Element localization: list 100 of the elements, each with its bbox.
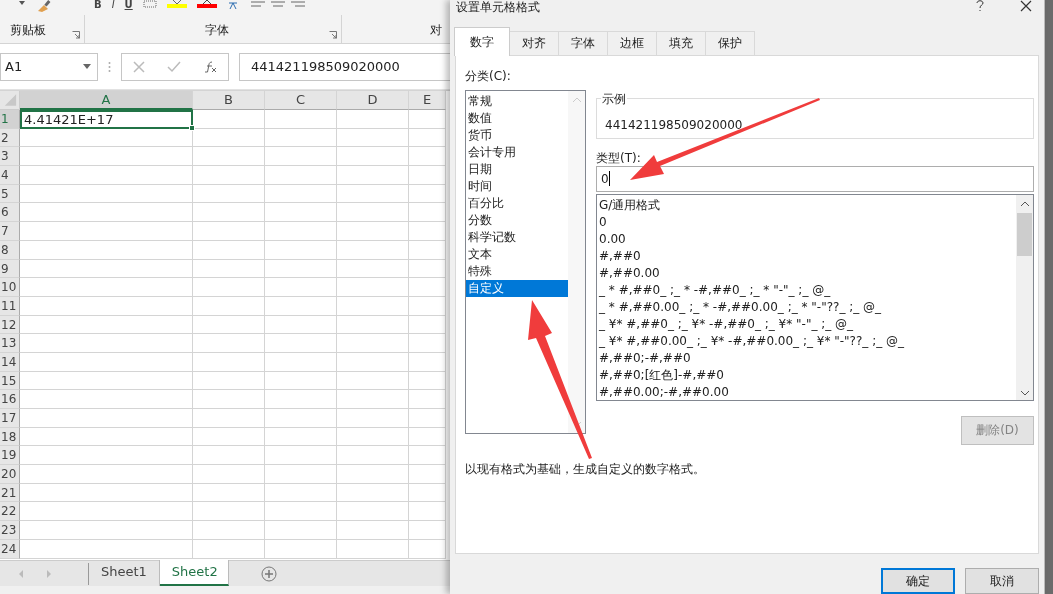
scroll-up-icon[interactable]	[1019, 200, 1030, 207]
table-cell[interactable]	[20, 427, 193, 447]
scroll-right-icon[interactable]	[46, 569, 52, 578]
table-cell[interactable]	[193, 222, 265, 241]
table-cell[interactable]	[409, 371, 446, 391]
scroll-left-icon[interactable]	[18, 569, 24, 578]
table-cell[interactable]	[265, 521, 337, 540]
table-cell[interactable]	[20, 483, 193, 503]
table-cell[interactable]	[265, 502, 337, 522]
grip-icon[interactable]	[108, 60, 111, 73]
table-cell[interactable]	[265, 334, 337, 353]
table-cell[interactable]	[20, 184, 193, 204]
dialog-tab[interactable]: 数字	[454, 26, 510, 56]
table-cell[interactable]	[193, 147, 265, 167]
table-cell[interactable]	[409, 427, 446, 447]
format-item[interactable]: _ * #,##0.00_ ;_ * -#,##0.00_ ;_ * "-"??_ ;_ @_	[599, 298, 1016, 316]
category-list[interactable]: 常规 数值 货币 会计专用 日期 时间 百分比 分数 科学记数 文本 特殊 自定义	[465, 89, 586, 434]
formula-field[interactable]: 441421198509020000	[239, 52, 450, 81]
table-cell[interactable]	[193, 110, 265, 129]
table-cell[interactable]	[409, 296, 446, 316]
table-cell[interactable]	[337, 502, 409, 522]
table-cell[interactable]	[409, 240, 446, 260]
table-cell[interactable]	[409, 502, 446, 522]
category-item[interactable]: 自定义	[466, 279, 568, 297]
dropdown-icon[interactable]	[18, 0, 26, 6]
table-cell[interactable]	[265, 184, 337, 204]
row-header[interactable]: 16	[0, 390, 20, 409]
table-cell[interactable]	[409, 539, 446, 559]
table-cell[interactable]	[20, 539, 193, 559]
table-cell[interactable]	[265, 390, 337, 409]
border-icon[interactable]	[142, 0, 157, 8]
name-box[interactable]: A1	[0, 52, 98, 81]
table-cell[interactable]	[265, 483, 337, 503]
sheet-tab[interactable]: Sheet2	[159, 560, 229, 586]
format-item[interactable]: 0.00	[599, 230, 1016, 248]
table-cell[interactable]	[409, 465, 446, 484]
cancel-icon[interactable]	[133, 60, 145, 73]
dialog-tab[interactable]: 保护	[705, 30, 755, 55]
table-cell[interactable]	[265, 371, 337, 391]
table-cell[interactable]	[20, 278, 193, 297]
ok-button[interactable]: 确定	[881, 568, 955, 594]
table-cell[interactable]	[193, 409, 265, 428]
table-cell[interactable]	[337, 278, 409, 297]
table-cell[interactable]	[193, 502, 265, 522]
table-cell[interactable]	[193, 278, 265, 297]
row-header[interactable]: 23	[0, 521, 20, 540]
table-cell[interactable]	[265, 352, 337, 372]
phonetic-icon[interactable]	[226, 0, 239, 10]
table-cell[interactable]	[20, 502, 193, 522]
table-cell[interactable]	[337, 222, 409, 241]
format-item[interactable]: #,##0;-#,##0	[599, 349, 1016, 367]
font-style-button[interactable]: B	[94, 0, 102, 10]
row-header[interactable]: 1	[0, 110, 20, 129]
select-all-icon[interactable]	[0, 91, 20, 110]
table-cell[interactable]	[265, 465, 337, 484]
table-cell[interactable]	[409, 278, 446, 297]
font-style-button[interactable]: U	[124, 0, 133, 10]
fill-handle[interactable]	[189, 124, 195, 131]
table-cell[interactable]	[409, 409, 446, 428]
table-cell[interactable]	[193, 483, 265, 503]
row-header[interactable]: 7	[0, 222, 20, 241]
table-cell[interactable]	[265, 222, 337, 241]
table-cell[interactable]	[337, 352, 409, 372]
table-cell[interactable]	[337, 240, 409, 260]
function-icon[interactable]	[203, 60, 217, 73]
table-cell[interactable]	[20, 203, 193, 223]
table-cell[interactable]	[20, 334, 193, 353]
dialog-launcher-icon[interactable]	[329, 30, 337, 39]
table-cell[interactable]	[20, 222, 193, 241]
table-cell[interactable]	[337, 184, 409, 204]
close-icon[interactable]	[1020, 0, 1032, 12]
table-cell[interactable]	[337, 427, 409, 447]
table-cell[interactable]	[193, 166, 265, 185]
table-cell[interactable]	[409, 184, 446, 204]
format-list[interactable]	[596, 193, 1034, 401]
table-cell[interactable]	[409, 203, 446, 223]
table-cell[interactable]	[20, 465, 193, 484]
table-cell[interactable]	[409, 521, 446, 540]
table-cell[interactable]	[337, 334, 409, 353]
table-cell[interactable]	[265, 110, 337, 129]
row-header[interactable]: 17	[0, 409, 20, 428]
format-item[interactable]: _ ¥* #,##0.00_ ;_ ¥* -#,##0.00_ ;_ ¥* "-"??_ ;_ @_	[599, 332, 1016, 350]
row-header[interactable]: 20	[0, 465, 20, 484]
table-cell[interactable]	[409, 128, 446, 148]
table-cell[interactable]	[337, 110, 409, 129]
table-cell[interactable]	[337, 203, 409, 223]
table-cell[interactable]	[193, 203, 265, 223]
table-cell[interactable]	[265, 446, 337, 466]
table-cell[interactable]	[337, 371, 409, 391]
table-cell[interactable]	[20, 446, 193, 466]
table-cell[interactable]	[265, 315, 337, 335]
category-item[interactable]: 百分比	[466, 194, 568, 212]
table-cell[interactable]	[193, 296, 265, 316]
category-item[interactable]: 时间	[466, 177, 568, 195]
table-cell[interactable]	[337, 539, 409, 559]
category-item[interactable]: 特殊	[466, 262, 568, 280]
table-cell[interactable]	[265, 166, 337, 185]
category-item[interactable]: 数值	[466, 109, 568, 127]
table-cell[interactable]	[409, 166, 446, 185]
table-cell[interactable]	[337, 296, 409, 316]
